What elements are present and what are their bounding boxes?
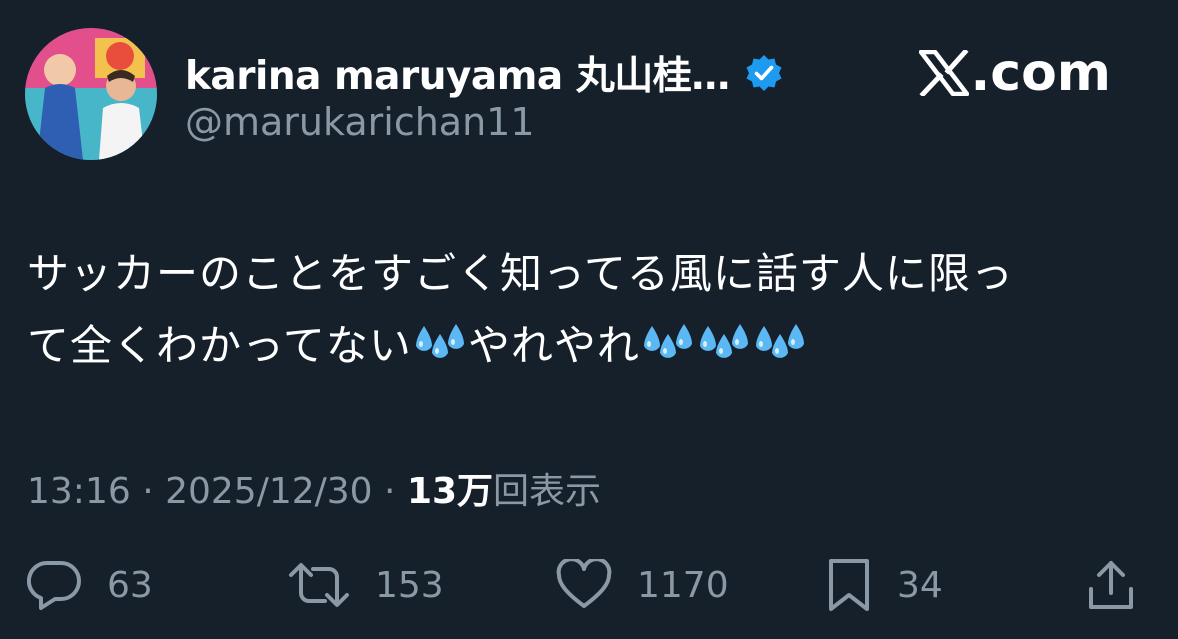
reply-count: 63 — [107, 564, 153, 606]
tweet-text-part-1: て全くわかってない — [27, 321, 412, 370]
x-com-logo: .com — [918, 43, 1112, 103]
avatar[interactable] — [25, 28, 157, 160]
tweet-time[interactable]: 13:16 — [27, 471, 131, 512]
share-icon — [1085, 557, 1137, 613]
bookmark-button[interactable]: 34 — [825, 555, 943, 615]
sweat-droplets-icon — [754, 316, 806, 362]
tweet-text: サッカーのことをすごく知ってる風に話す人に限っ て全くわかってない やれやれ — [27, 238, 1147, 382]
display-name-row: karina maruyama 丸山桂… — [185, 45, 784, 101]
verified-badge-icon — [744, 53, 784, 93]
reply-button[interactable]: 63 — [27, 555, 153, 615]
reply-icon — [27, 559, 83, 611]
user-handle[interactable]: @marukarichan11 — [185, 100, 535, 144]
views-label: 回表示 — [493, 471, 602, 512]
retweet-count: 153 — [375, 564, 444, 606]
tweet-header: karina maruyama 丸山桂… @marukarichan11 .co… — [25, 28, 1153, 168]
action-bar: 63 153 1170 34 — [27, 555, 1147, 615]
logo-text: .com — [970, 43, 1112, 103]
sweat-droplets-icon — [642, 316, 694, 362]
tweet-line-1: サッカーのことをすごく知ってる風に話す人に限っ — [27, 249, 1014, 298]
sweat-droplets-icon — [698, 316, 750, 362]
retweet-button[interactable]: 153 — [287, 555, 444, 615]
display-name[interactable]: karina maruyama 丸山桂… — [185, 45, 730, 101]
share-button[interactable] — [1085, 555, 1137, 615]
avatar-image — [25, 28, 157, 160]
bookmark-icon — [825, 557, 873, 613]
views-count: 13万 — [406, 471, 494, 512]
like-button[interactable]: 1170 — [555, 555, 729, 615]
like-count: 1170 — [637, 564, 729, 606]
meta-separator: · — [130, 471, 166, 512]
x-logo-icon — [918, 50, 969, 96]
tweet-text-part-2: やれやれ — [467, 321, 640, 370]
bookmark-count: 34 — [897, 564, 943, 606]
sweat-droplets-icon — [414, 316, 466, 362]
retweet-icon — [287, 559, 351, 611]
tweet-line-2: て全くわかってない やれやれ — [27, 310, 1147, 382]
meta-separator: · — [372, 471, 407, 512]
tweet-date[interactable]: 2025/12/30 — [165, 471, 373, 512]
tweet-meta: 13:16 · 2025/12/30 · 13万回表示 — [27, 462, 601, 514]
heart-icon — [555, 559, 613, 611]
